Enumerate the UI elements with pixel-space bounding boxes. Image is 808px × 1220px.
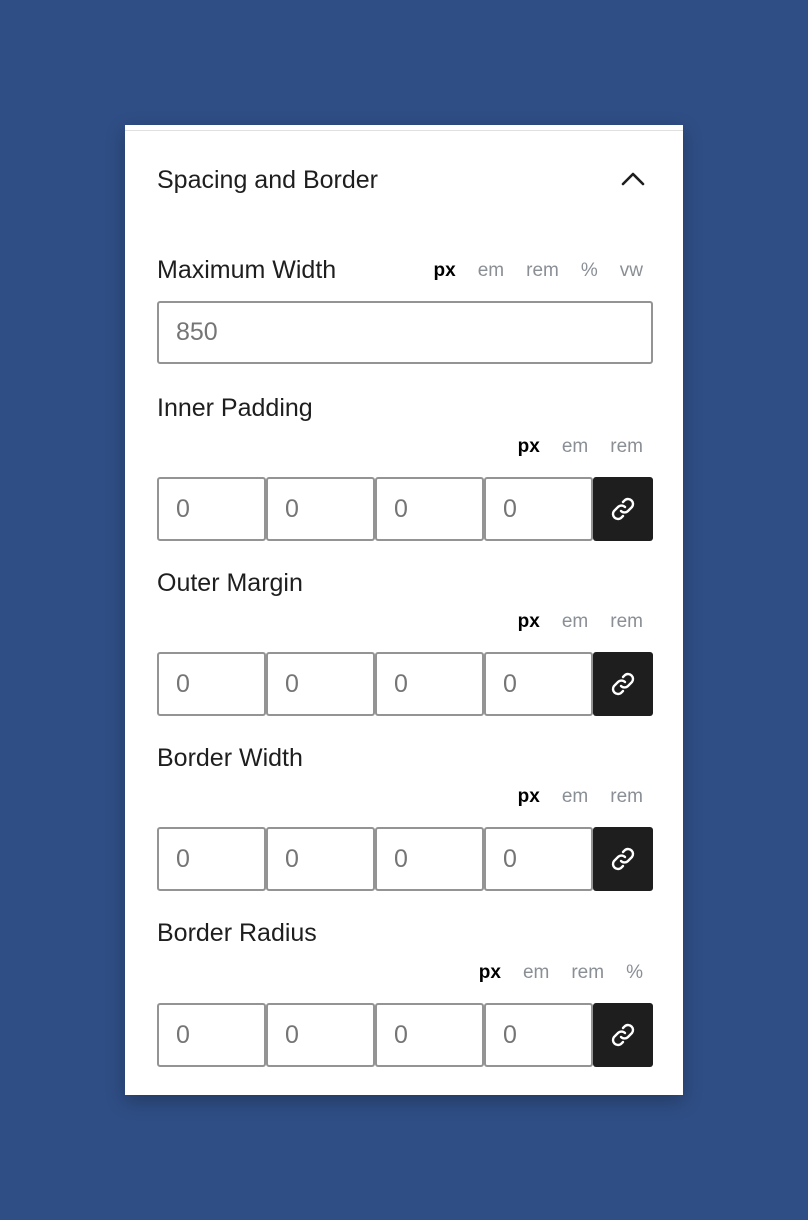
inner-padding-link-button[interactable] bbox=[593, 477, 653, 541]
border-radius-section: Border Radius px em rem % bbox=[157, 918, 653, 1068]
unit-px[interactable]: px bbox=[518, 785, 540, 809]
inner-padding-section: Inner Padding px em rem bbox=[157, 393, 653, 543]
unit-em[interactable]: em bbox=[562, 610, 588, 634]
inner-padding-top-input[interactable] bbox=[157, 477, 266, 541]
panel-title: Spacing and Border bbox=[157, 166, 378, 194]
collapse-button[interactable] bbox=[615, 161, 651, 197]
link-icon bbox=[611, 1023, 635, 1047]
border-width-right-input[interactable] bbox=[266, 827, 375, 891]
border-width-left-input[interactable] bbox=[484, 827, 593, 891]
inner-padding-inputs bbox=[157, 477, 653, 541]
border-radius-top-left-input[interactable] bbox=[157, 1003, 266, 1067]
outer-margin-units: px em rem bbox=[496, 610, 643, 634]
outer-margin-link-button[interactable] bbox=[593, 652, 653, 716]
border-width-link-button[interactable] bbox=[593, 827, 653, 891]
unit-em[interactable]: em bbox=[562, 785, 588, 809]
inner-padding-left-input[interactable] bbox=[484, 477, 593, 541]
unit-rem[interactable]: rem bbox=[610, 785, 643, 809]
unit-px[interactable]: px bbox=[434, 259, 456, 283]
unit-px[interactable]: px bbox=[518, 610, 540, 634]
inner-padding-bottom-input[interactable] bbox=[375, 477, 484, 541]
unit-px[interactable]: px bbox=[479, 961, 501, 985]
border-radius-units: px em rem % bbox=[457, 961, 643, 985]
inner-padding-units: px em rem bbox=[496, 435, 643, 459]
outer-margin-label: Outer Margin bbox=[157, 569, 303, 597]
unit-px[interactable]: px bbox=[518, 435, 540, 459]
chevron-up-icon bbox=[621, 172, 645, 186]
unit-percent[interactable]: % bbox=[581, 259, 598, 283]
border-width-label: Border Width bbox=[157, 744, 303, 772]
unit-em[interactable]: em bbox=[478, 259, 504, 283]
outer-margin-top-input[interactable] bbox=[157, 652, 266, 716]
inner-padding-right-input[interactable] bbox=[266, 477, 375, 541]
outer-margin-bottom-input[interactable] bbox=[375, 652, 484, 716]
unit-percent[interactable]: % bbox=[626, 961, 643, 985]
inner-padding-label: Inner Padding bbox=[157, 394, 313, 422]
border-radius-link-button[interactable] bbox=[593, 1003, 653, 1067]
outer-margin-left-input[interactable] bbox=[484, 652, 593, 716]
outer-margin-section: Outer Margin px em rem bbox=[157, 568, 653, 718]
border-width-bottom-input[interactable] bbox=[375, 827, 484, 891]
link-icon bbox=[611, 497, 635, 521]
border-radius-inputs bbox=[157, 1003, 653, 1067]
unit-em[interactable]: em bbox=[523, 961, 549, 985]
max-width-units: px em rem % vw bbox=[412, 259, 643, 283]
border-width-units: px em rem bbox=[496, 785, 643, 809]
outer-margin-right-input[interactable] bbox=[266, 652, 375, 716]
spacing-border-panel: Spacing and Border Maximum Width px em r… bbox=[125, 125, 683, 1095]
border-radius-bottom-right-input[interactable] bbox=[375, 1003, 484, 1067]
border-width-top-input[interactable] bbox=[157, 827, 266, 891]
border-radius-label: Border Radius bbox=[157, 919, 317, 947]
panel-header[interactable]: Spacing and Border bbox=[157, 125, 651, 235]
unit-rem[interactable]: rem bbox=[610, 435, 643, 459]
link-icon bbox=[611, 672, 635, 696]
unit-rem[interactable]: rem bbox=[526, 259, 559, 283]
unit-vw[interactable]: vw bbox=[620, 259, 643, 283]
max-width-label: Maximum Width bbox=[157, 256, 337, 284]
link-icon bbox=[611, 847, 635, 871]
border-width-section: Border Width px em rem bbox=[157, 743, 653, 893]
border-radius-bottom-left-input[interactable] bbox=[484, 1003, 593, 1067]
unit-rem[interactable]: rem bbox=[571, 961, 604, 985]
border-width-inputs bbox=[157, 827, 653, 891]
border-radius-top-right-input[interactable] bbox=[266, 1003, 375, 1067]
unit-em[interactable]: em bbox=[562, 435, 588, 459]
unit-rem[interactable]: rem bbox=[610, 610, 643, 634]
outer-margin-inputs bbox=[157, 652, 653, 716]
max-width-section: Maximum Width px em rem % vw bbox=[157, 255, 653, 365]
max-width-input[interactable] bbox=[157, 301, 653, 364]
